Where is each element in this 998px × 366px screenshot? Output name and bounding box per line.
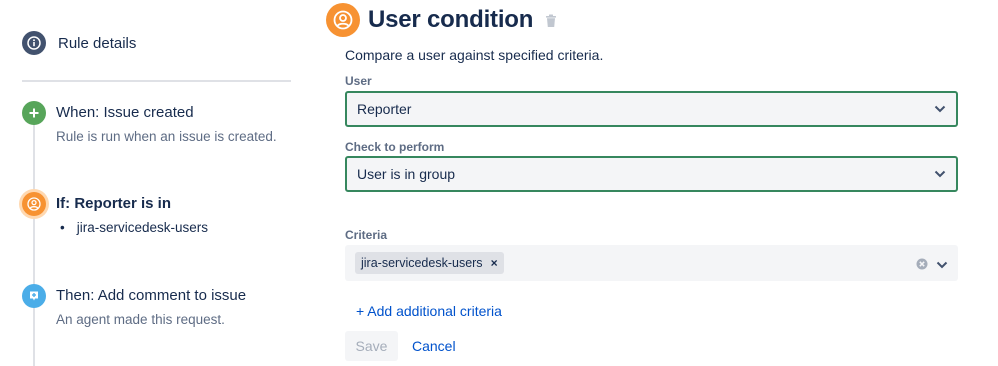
step-description: An agent made this request. [56, 312, 225, 327]
chevron-down-icon [934, 165, 946, 183]
user-field-label: User [345, 74, 372, 88]
bullet-dot: • [60, 220, 65, 235]
step-title: When: Issue created [56, 104, 194, 121]
save-button[interactable]: Save [345, 331, 398, 361]
check-select[interactable]: User is in group [345, 156, 958, 192]
rule-details-item[interactable]: Rule details [22, 31, 136, 55]
clear-icon[interactable] [916, 257, 928, 275]
chevron-down-icon[interactable] [936, 256, 948, 274]
info-icon [22, 31, 46, 55]
sidebar-divider [22, 80, 291, 82]
condition-subtitle: Compare a user against specified criteri… [345, 47, 604, 63]
check-select-value: User is in group [357, 166, 456, 182]
step-title: Then: Add comment to issue [56, 287, 247, 304]
condition-panel: User condition Compare a user against sp… [326, 0, 998, 366]
trash-icon[interactable] [545, 14, 557, 28]
step-title: If: Reporter is in [56, 195, 172, 212]
timeline-line [33, 124, 35, 366]
step-bullet: • jira-servicedesk-users [60, 220, 208, 235]
rule-details-label: Rule details [58, 34, 137, 52]
step-description: Rule is run when an issue is created. [56, 129, 277, 144]
page-title: User condition [368, 6, 534, 33]
criteria-tag: jira-servicedesk-users × [355, 252, 504, 274]
cancel-button[interactable]: Cancel [412, 338, 456, 354]
user-select-value: Reporter [357, 101, 412, 117]
user-icon [326, 3, 360, 37]
criteria-multiselect[interactable]: jira-servicedesk-users × [345, 245, 958, 281]
add-criteria-link[interactable]: + Add additional criteria [356, 303, 502, 319]
chevron-down-icon [934, 100, 946, 118]
check-field-label: Check to perform [345, 140, 445, 154]
criteria-field-label: Criteria [345, 228, 388, 242]
plus-icon [22, 101, 46, 125]
condition-header: User condition [326, 3, 557, 37]
criteria-tag-label: jira-servicedesk-users [361, 256, 483, 270]
user-select[interactable]: Reporter [345, 91, 958, 127]
user-icon [22, 192, 46, 216]
bullet-text: jira-servicedesk-users [76, 220, 209, 235]
tag-remove-icon[interactable]: × [491, 256, 498, 270]
rule-sidebar: Rule details When: Issue created Rule is… [0, 0, 300, 366]
comment-icon [22, 284, 46, 308]
